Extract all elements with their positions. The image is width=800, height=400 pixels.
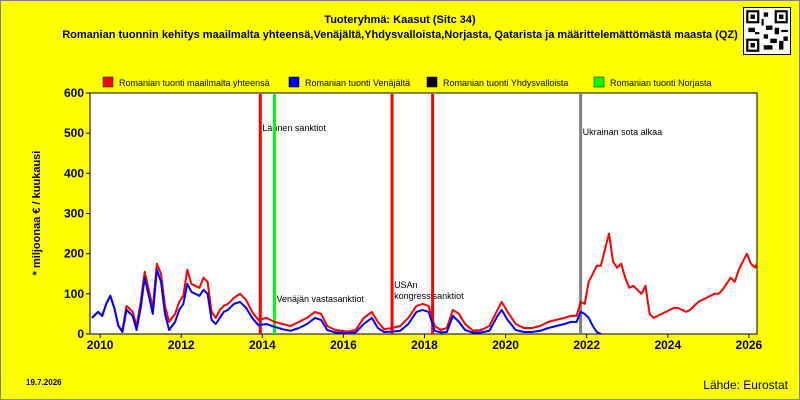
x-tick-label: 2018 bbox=[411, 338, 438, 352]
x-tick-label: 2010 bbox=[87, 338, 114, 352]
legend-label: Romanian tuonti maailmalta yhteensä bbox=[119, 78, 270, 88]
legend: Romanian tuonti maailmalta yhteensä Roman… bbox=[102, 76, 712, 88]
event-label: Venäjän vastasanktiot bbox=[276, 294, 364, 304]
y-tick-label: 400 bbox=[64, 166, 84, 180]
y-axis-label: * miljoonaa € / kuukausi bbox=[31, 151, 43, 276]
legend-swatch bbox=[288, 76, 300, 88]
y-tick-label: 0 bbox=[77, 327, 84, 341]
chart-svg: Romanian tuonti maailmalta yhteensä Roman… bbox=[31, 76, 763, 352]
event-label: kongressisanktiot bbox=[394, 291, 464, 301]
event-label: USAn bbox=[394, 280, 418, 290]
x-tick-label: 2016 bbox=[330, 338, 357, 352]
x-tick-label: 2022 bbox=[573, 338, 600, 352]
legend-swatch bbox=[593, 76, 605, 88]
x-tick-label: 2026 bbox=[736, 338, 763, 352]
x-tick-label: 2024 bbox=[654, 338, 681, 352]
x-tick-label: 2020 bbox=[492, 338, 519, 352]
footer-date: 19.7.2026 bbox=[26, 378, 62, 387]
y-tick-label: 600 bbox=[64, 86, 84, 100]
legend-swatch bbox=[102, 76, 114, 88]
x-tick-label: 2014 bbox=[249, 338, 276, 352]
x-tick-label: 2012 bbox=[168, 338, 195, 352]
y-tick-label: 100 bbox=[64, 287, 84, 301]
y-tick-label: 200 bbox=[64, 247, 84, 261]
legend-label: Romanian tuonti Venäjältä bbox=[305, 78, 410, 88]
footer-source: Lähde: Eurostat bbox=[703, 378, 788, 392]
event-label: Lännen sanktiot bbox=[262, 123, 326, 133]
y-tick-label: 500 bbox=[64, 126, 84, 140]
event-label: Ukrainan sota alkaa bbox=[583, 127, 663, 137]
legend-label: Romanian tuonti Yhdysvalloista bbox=[443, 78, 568, 88]
y-tick-label: 300 bbox=[64, 207, 84, 221]
legend-label: Romanian tuonti Norjasta bbox=[610, 78, 712, 88]
legend-swatch bbox=[426, 76, 438, 88]
